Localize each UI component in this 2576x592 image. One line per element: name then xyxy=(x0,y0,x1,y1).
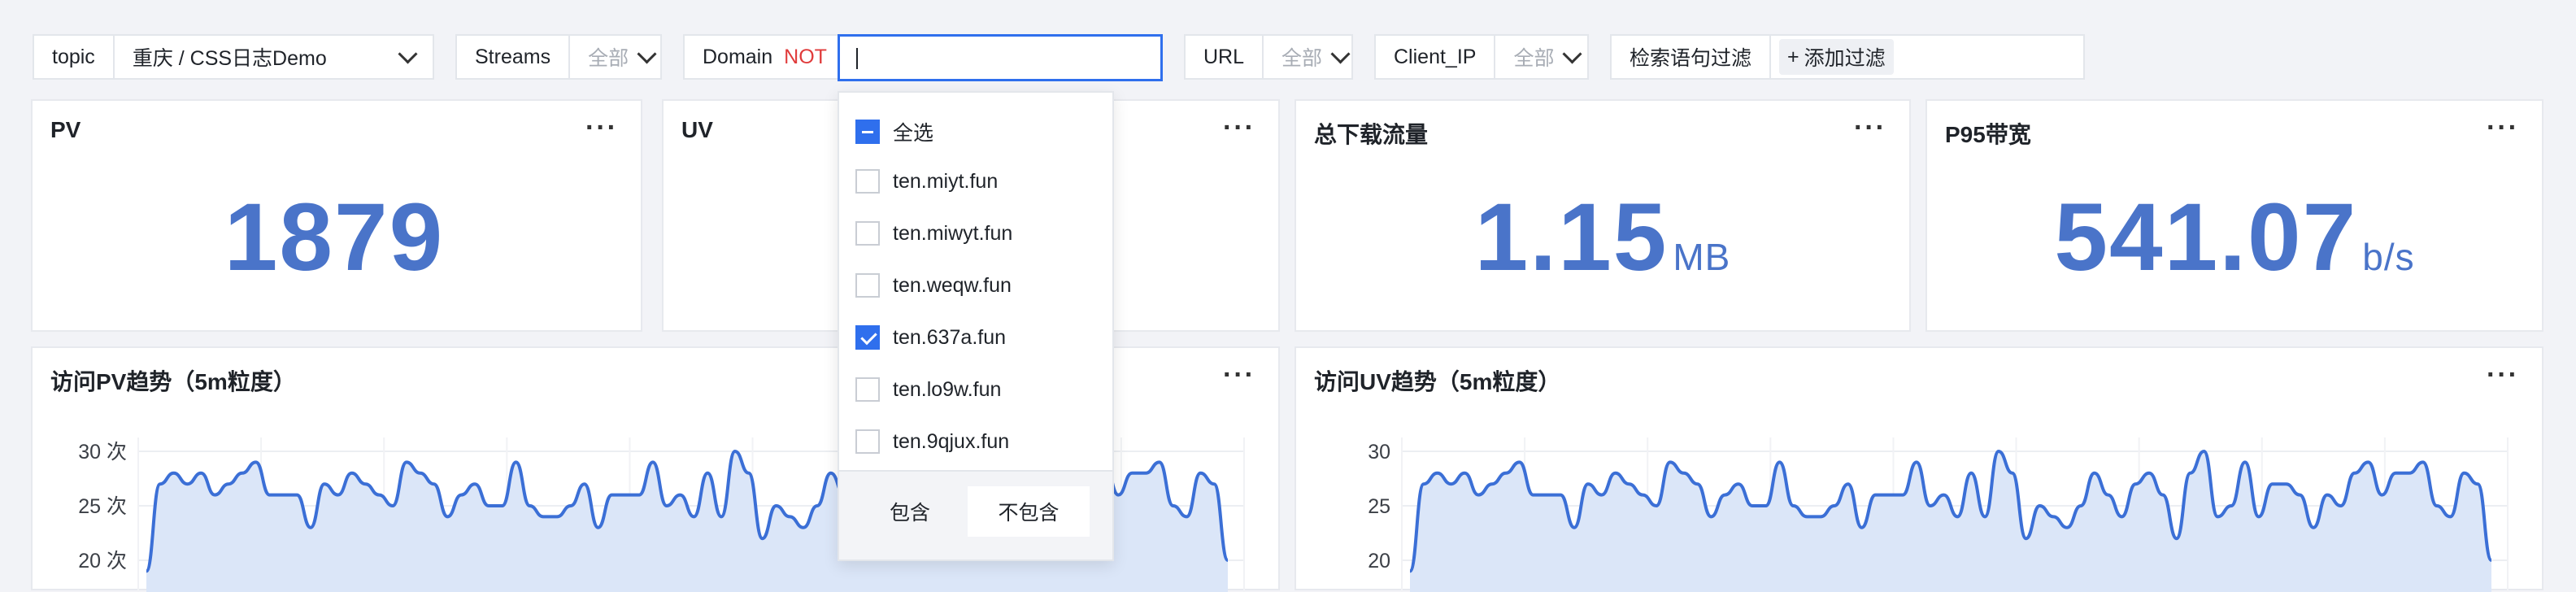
y-tick-label: 20 次 xyxy=(78,550,127,572)
streams-label: Streams xyxy=(457,36,571,78)
card-title: 总下载流量 xyxy=(1314,122,1429,147)
download-card: 总下载流量 ··· 1.15 MB xyxy=(1295,99,1911,332)
pv-value: 1879 xyxy=(33,182,641,293)
topic-label: topic xyxy=(34,36,115,78)
domain-label-text: Domain xyxy=(703,45,773,68)
domain-filter[interactable]: Domain NOT xyxy=(683,34,846,80)
uv-trend-card: 访问UV趋势（5m粒度） ··· 30 25 20 xyxy=(1295,346,2543,592)
pv-card: PV ··· 1879 xyxy=(31,99,642,332)
add-filter-button[interactable]: + 添加过滤 xyxy=(1779,39,1894,75)
add-filter-label: 添加过滤 xyxy=(1804,47,1886,70)
checked-checkbox-icon[interactable] xyxy=(855,325,880,350)
y-tick-label: 30 次 xyxy=(78,441,127,464)
y-tick-label: 25 xyxy=(1368,495,1390,518)
checkbox-icon[interactable] xyxy=(855,273,880,298)
domain-option-label: ten.weqw.fun xyxy=(893,273,1012,297)
topic-value: 重庆 / CSS日志Demo xyxy=(132,47,327,70)
card-title: UV xyxy=(681,117,713,142)
more-icon[interactable]: ··· xyxy=(2487,114,2519,141)
domain-option[interactable]: ten.miyt.fun xyxy=(855,169,998,194)
checkbox-icon[interactable] xyxy=(855,377,880,402)
download-value: 1.15 MB xyxy=(1296,182,1909,293)
chevron-down-icon xyxy=(1330,43,1351,64)
more-icon[interactable]: ··· xyxy=(1223,114,1255,141)
chevron-down-icon xyxy=(398,43,418,64)
checkbox-icon[interactable] xyxy=(855,221,880,246)
url-value: 全部 xyxy=(1281,47,1323,70)
domain-option[interactable]: ten.weqw.fun xyxy=(855,273,1012,298)
area-fill xyxy=(1410,451,2491,592)
select-all-label: 全选 xyxy=(893,122,934,145)
p95-card: P95带宽 ··· 541.07 b/s xyxy=(1925,99,2543,332)
topic-filter[interactable]: topic 重庆 / CSS日志Demo xyxy=(33,34,434,80)
plus-icon: + xyxy=(1787,45,1799,68)
domain-search-input[interactable] xyxy=(838,34,1163,81)
more-icon[interactable]: ··· xyxy=(1854,114,1886,141)
domain-option-label: ten.miyt.fun xyxy=(893,169,999,193)
include-button[interactable]: 包含 xyxy=(857,486,963,537)
metric-unit: b/s xyxy=(2362,236,2415,278)
topic-select[interactable]: 重庆 / CSS日志Demo xyxy=(115,42,433,72)
client-ip-label: Client_IP xyxy=(1376,36,1496,78)
streams-filter[interactable]: Streams 全部 xyxy=(455,34,662,80)
client-ip-value: 全部 xyxy=(1513,47,1555,70)
streams-select[interactable]: 全部 xyxy=(570,42,672,72)
chevron-down-icon xyxy=(1562,43,1582,64)
domain-option[interactable]: ten.9qjux.fun xyxy=(855,429,1009,454)
url-select[interactable]: 全部 xyxy=(1264,42,1365,72)
match-mode-toggle: 包含 不包含 xyxy=(839,470,1112,559)
chevron-down-icon xyxy=(637,43,657,64)
card-title: P95带宽 xyxy=(1945,122,2031,147)
domain-label: Domain NOT xyxy=(685,36,845,78)
domain-option-label: ten.miwyt.fun xyxy=(893,221,1013,245)
select-all-option[interactable]: 全选 xyxy=(855,117,933,146)
uv-trend-chart: 30 25 20 xyxy=(1368,437,2509,592)
metric-number: 541.07 xyxy=(2054,184,2358,291)
y-tick-label: 30 xyxy=(1368,441,1390,464)
metric-number: 1879 xyxy=(224,184,445,291)
domain-dropdown: 全选 ten.miyt.fun ten.miwyt.fun ten.weqw.fun… xyxy=(838,91,1114,561)
exclude-button[interactable]: 不包含 xyxy=(968,486,1090,537)
more-icon[interactable]: ··· xyxy=(585,114,618,141)
query-label: 检索语句过滤 xyxy=(1612,36,1772,78)
domain-option-label: ten.lo9w.fun xyxy=(893,377,1002,401)
url-filter[interactable]: URL 全部 xyxy=(1184,34,1353,80)
checkbox-icon[interactable] xyxy=(855,429,880,454)
p95-value: 541.07 b/s xyxy=(1927,182,2542,293)
card-title: PV xyxy=(50,117,81,142)
domain-option[interactable]: ten.miwyt.fun xyxy=(855,221,1012,246)
streams-value: 全部 xyxy=(588,47,629,70)
url-label: URL xyxy=(1186,36,1264,78)
not-badge[interactable]: NOT xyxy=(784,46,827,69)
filter-bar: topic 重庆 / CSS日志Demo Streams 全部 Domain N… xyxy=(0,0,2576,89)
metric-unit: MB xyxy=(1673,236,1731,278)
text-caret xyxy=(856,48,858,69)
metric-number: 1.15 xyxy=(1474,184,1669,291)
checkbox-icon[interactable] xyxy=(855,169,880,194)
y-tick-label: 25 次 xyxy=(78,495,127,518)
domain-option-label: ten.637a.fun xyxy=(893,325,1007,349)
client-ip-select[interactable]: 全部 xyxy=(1495,42,1597,72)
domain-option[interactable]: ten.637a.fun xyxy=(855,325,1006,350)
domain-option[interactable]: ten.lo9w.fun xyxy=(855,377,1001,402)
query-filter[interactable]: 检索语句过滤 + 添加过滤 xyxy=(1610,34,2085,80)
client-ip-filter[interactable]: Client_IP 全部 xyxy=(1374,34,1589,80)
y-tick-label: 20 xyxy=(1368,550,1390,572)
domain-option-label: ten.9qjux.fun xyxy=(893,429,1010,453)
partial-checkbox-icon[interactable] xyxy=(855,120,880,144)
